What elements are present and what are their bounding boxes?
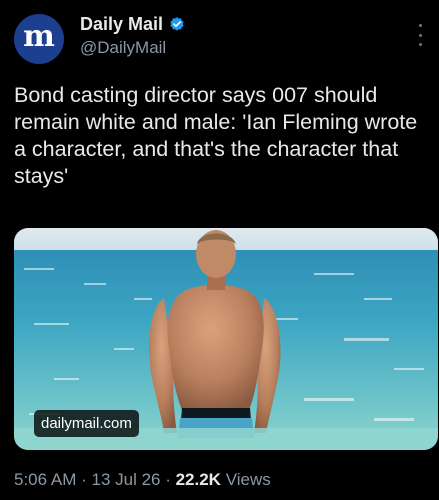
avatar-letter: m [23,19,55,54]
display-name[interactable]: Daily Mail [80,14,163,35]
tweet-date[interactable]: 13 Jul 26 [91,470,160,489]
tweet-text: Bond casting director says 007 should re… [14,83,418,188]
media-domain-label[interactable]: dailymail.com [34,410,139,437]
views-label: Views [220,470,271,489]
handle[interactable]: @DailyMail [80,38,186,58]
more-vertical-icon[interactable] [411,24,429,46]
tweet-meta: 5:06 AM · 13 Jul 26 · 22.2K Views [14,470,271,490]
meta-separator: · [160,470,176,489]
verified-badge-icon [170,16,184,31]
tweet-header: m Daily Mail @DailyMail [14,10,429,70]
avatar[interactable]: m [14,14,64,64]
tweet: m Daily Mail @DailyMail Bond casting dir… [0,0,439,500]
meta-separator: · [76,470,92,489]
media-card[interactable]: dailymail.com [14,228,438,450]
display-name-row: Daily Mail [80,14,186,35]
author-names: Daily Mail @DailyMail [80,14,186,58]
views-count: 22.2K [175,470,221,489]
tweet-time[interactable]: 5:06 AM [14,470,76,489]
